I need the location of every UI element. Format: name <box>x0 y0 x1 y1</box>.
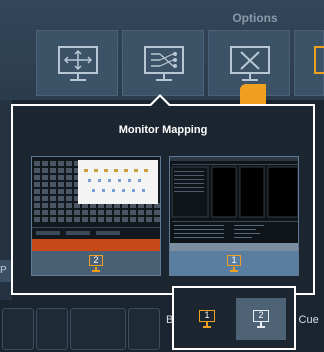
channel-cell <box>146 217 152 222</box>
monitor-partial-button[interactable] <box>294 30 324 96</box>
channel-cell <box>114 217 120 222</box>
channel-cell <box>50 217 56 222</box>
channel-cell <box>34 196 40 201</box>
channel-cell <box>58 175 64 180</box>
channel-cell <box>58 210 64 215</box>
monitor-mapping-dialog: Monitor Mapping 2 1 <box>11 104 315 295</box>
channel-cell <box>82 217 88 222</box>
monitor-icon: 2 <box>253 310 269 322</box>
monitor-icon: 1 <box>199 310 215 322</box>
channel-cell <box>50 189 56 194</box>
monitor-tag-bar: 1 <box>170 251 298 275</box>
channel-cell <box>42 182 48 187</box>
live-display-preview <box>170 157 298 251</box>
channel-cell <box>34 175 40 180</box>
channel-cell <box>42 189 48 194</box>
channel-cell <box>106 217 112 222</box>
channel-cell <box>58 217 64 222</box>
channel-cell <box>34 203 40 208</box>
channel-cell <box>34 182 40 187</box>
channel-cell <box>34 189 40 194</box>
monitor-mapping-button[interactable] <box>122 30 204 96</box>
monitor-partial-icon <box>314 46 324 74</box>
monitor-close-icon <box>230 46 270 81</box>
channel-cell <box>82 210 88 215</box>
command-line-strip <box>32 239 160 251</box>
monitor-arrows-button[interactable] <box>36 30 118 96</box>
channel-cell <box>130 217 136 222</box>
channel-cell <box>58 182 64 187</box>
channel-cell <box>66 217 72 222</box>
channel-cell <box>34 210 40 215</box>
channel-cell <box>42 196 48 201</box>
channel-cell <box>58 168 64 173</box>
channel-cell <box>66 210 72 215</box>
channel-cell <box>138 210 144 215</box>
status-strip <box>170 243 298 251</box>
channel-cell <box>42 210 48 215</box>
channel-cell <box>66 168 72 173</box>
monitor-mapping-icon <box>144 46 184 81</box>
channel-cell <box>42 217 48 222</box>
picker-option-2[interactable]: 2 <box>236 298 286 340</box>
channel-cell <box>90 210 96 215</box>
channel-cell <box>154 210 160 215</box>
monitor-arrows-icon <box>58 46 98 81</box>
dialog-title: Monitor Mapping <box>118 124 208 136</box>
bottom-cell[interactable] <box>128 308 160 350</box>
channel-cell <box>42 175 48 180</box>
channel-cell <box>66 182 72 187</box>
monitor-icon: 1 <box>227 255 241 266</box>
monitor-preview-1[interactable]: 1 <box>169 156 299 276</box>
channel-cell <box>90 217 96 222</box>
channel-cell <box>42 203 48 208</box>
channel-cell <box>50 168 56 173</box>
monitor-icon: 2 <box>89 255 103 266</box>
selection-indicator <box>240 84 266 106</box>
channel-cell <box>58 161 64 166</box>
magic-sheet-preview <box>32 157 160 251</box>
channel-cell <box>50 203 56 208</box>
channel-cell <box>50 161 56 166</box>
channel-cell <box>122 217 128 222</box>
channel-cell <box>50 175 56 180</box>
channel-cell <box>66 196 72 201</box>
monitor-screen-preview <box>32 157 160 251</box>
channel-cell <box>66 175 72 180</box>
channel-cell <box>106 210 112 215</box>
channel-cell <box>66 203 72 208</box>
channel-cell <box>66 161 72 166</box>
channel-cell <box>42 161 48 166</box>
monitor-picker: 1 2 <box>172 286 296 350</box>
channel-cell <box>130 210 136 215</box>
channel-cell <box>122 210 128 215</box>
monitor-screen-preview <box>170 157 298 251</box>
monitor-tag-bar: 2 <box>32 251 160 275</box>
channel-cell <box>34 217 40 222</box>
channel-cell <box>50 210 56 215</box>
channel-cell <box>58 189 64 194</box>
channel-cell <box>74 210 80 215</box>
channel-cell <box>98 210 104 215</box>
channel-cell <box>146 210 152 215</box>
channel-cell <box>114 210 120 215</box>
channel-cell <box>154 217 160 222</box>
channel-cell <box>74 217 80 222</box>
bottom-cell[interactable] <box>70 308 126 350</box>
options-title: Options <box>232 11 278 25</box>
channel-cell <box>58 203 64 208</box>
channel-cell <box>58 196 64 201</box>
channel-cell <box>50 196 56 201</box>
channel-cell <box>138 217 144 222</box>
channel-cell <box>50 182 56 187</box>
channel-cell <box>66 189 72 194</box>
bottom-cell[interactable] <box>36 308 68 350</box>
bottom-cell[interactable] <box>2 308 34 350</box>
channel-cell <box>98 217 104 222</box>
channel-cell <box>34 161 40 166</box>
monitor-preview-2[interactable]: 2 <box>31 156 161 276</box>
channel-cell <box>42 168 48 173</box>
picker-option-1[interactable]: 1 <box>182 298 232 340</box>
channel-cell <box>34 168 40 173</box>
